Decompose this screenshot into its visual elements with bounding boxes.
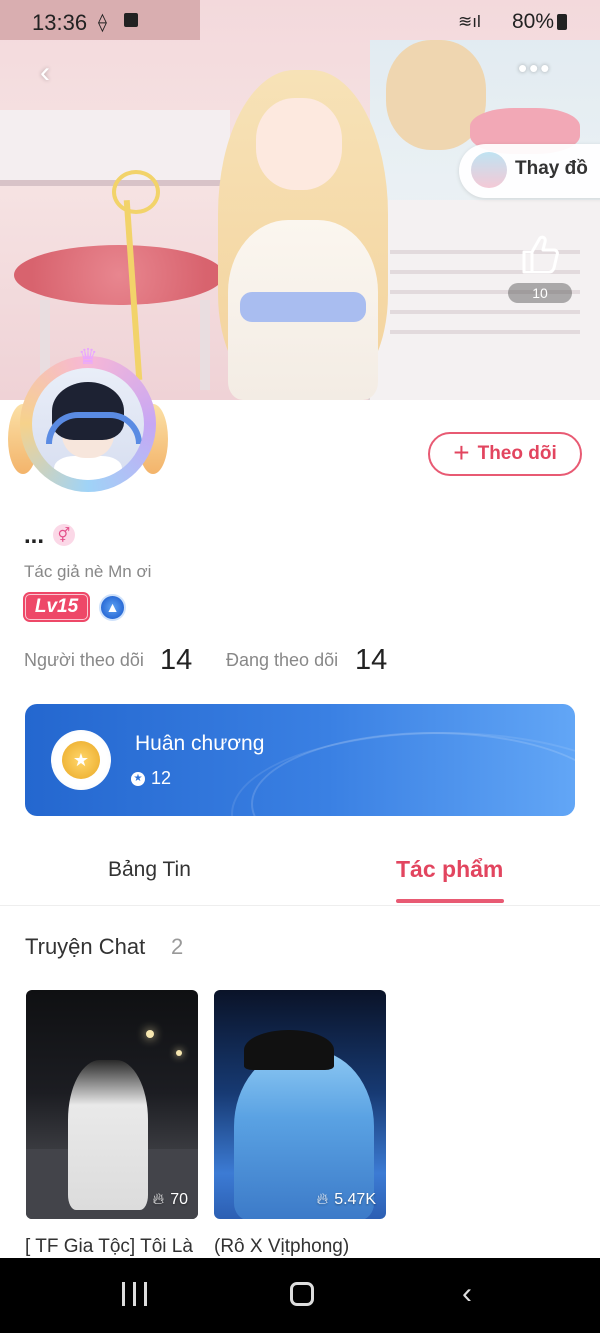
story-views-count: 70 [170,1191,188,1208]
plus-icon: + [453,436,470,468]
avatar[interactable]: ♛ [8,344,168,504]
character-face [256,98,342,190]
medal-card[interactable]: ★ Huân chương ★ 12 [25,704,575,816]
gender-icon: ⚥ [53,524,75,546]
like-button[interactable]: 10 [508,232,572,303]
profile-banner [0,0,600,400]
battery-icon [557,14,567,30]
story-views: 🔥︎ 70 [152,1191,188,1209]
banner-wand-top [112,170,160,214]
divider [0,905,600,906]
avatar-image [32,368,144,480]
story-views-count: 5.47K [334,1191,376,1208]
tab-news-feed[interactable]: Bảng Tin [108,858,191,882]
fire-icon: 🔥︎ [152,1191,165,1208]
notification-icon [124,13,138,27]
like-count: 10 [508,283,572,303]
medal-count-value: 12 [151,768,172,788]
back-icon[interactable]: ‹ [40,58,70,88]
banner-stool-leg [200,300,210,390]
banner-desk [0,110,230,186]
story-card[interactable]: 🔥︎ 5.47K [214,990,386,1219]
story-title[interactable]: [ TF Gia Tộc] Tôi Là [25,1236,193,1258]
rank-icon[interactable]: ▲ [99,594,126,621]
followers-label[interactable]: Người theo dõi [24,650,144,671]
notification-icon: ⟠ [98,12,107,32]
medal-title: Huân chương [135,732,265,755]
story-title[interactable]: (Rô X Vịtphong) [214,1236,349,1258]
battery-percentage: 80% [512,10,555,33]
recent-apps-icon[interactable] [122,1282,148,1306]
section-title: Truyện Chat [25,934,146,959]
crown-icon: ♛ [78,344,98,369]
level-badge: Lv15 [23,592,90,622]
status-bar: 13:36 ⟠ ≋ıl 80% [0,0,600,44]
followers-count[interactable]: 14 [160,644,192,677]
tab-works[interactable]: Tác phẩm [396,856,503,883]
status-time: 13:36 [32,10,88,35]
user-bio: Tác giả nè Mn ơi [24,562,152,581]
fire-icon: 🔥︎ [316,1191,329,1208]
active-tab-indicator [396,899,504,903]
nav-back-icon[interactable]: ‹ [462,1279,480,1309]
star-icon: ★ [131,771,145,786]
medal-icon: ★ [51,730,111,790]
system-navigation-bar: ‹ [0,1258,600,1333]
follow-button-label: Theo dõi [477,443,557,464]
banner-stool [14,245,224,305]
following-label[interactable]: Đang theo dõi [226,650,338,671]
wifi-signal-icon: ≋ıl [458,12,481,31]
thumbs-up-icon [522,235,559,274]
story-card[interactable]: 🔥︎ 70 [26,990,198,1219]
story-views: 🔥︎ 5.47K [316,1191,376,1209]
character-sash [240,292,366,322]
home-icon[interactable] [290,1282,314,1306]
medal-count: ★ 12 [131,768,171,789]
following-count[interactable]: 14 [355,644,387,677]
username: ... [24,522,45,549]
follow-button[interactable]: + Theo dõi [428,432,582,476]
outfit-thumbnail [471,152,507,188]
change-outfit-label: Thay đồ [515,158,588,179]
change-outfit-button[interactable]: Thay đồ [459,144,600,198]
more-horizontal-icon[interactable]: ••• [518,55,558,84]
section-count: 2 [171,934,184,959]
